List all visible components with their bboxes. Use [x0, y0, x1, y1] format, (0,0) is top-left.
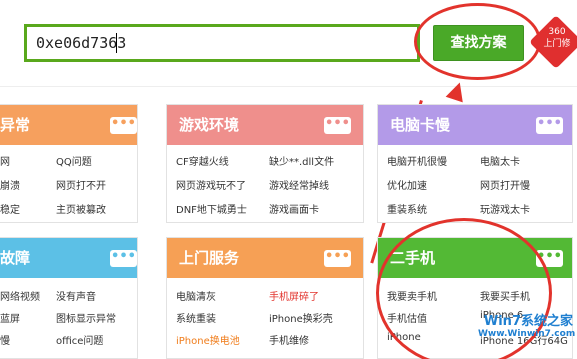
link[interactable]: 手机屏碎了 [269, 288, 319, 303]
more-icon[interactable]: ••• [110, 117, 137, 134]
link[interactable]: 电脑清灰 [176, 288, 216, 303]
link[interactable]: DNF地下城勇士 [176, 201, 247, 216]
card-header: 异常 ••• [0, 105, 137, 145]
link[interactable]: iPhone换彩壳 [269, 310, 333, 325]
more-icon[interactable]: ••• [110, 250, 137, 267]
watermark-url: Www.Winwin7.com [478, 329, 576, 339]
link[interactable]: 网页打不开 [56, 177, 106, 192]
link[interactable]: office问题 [56, 332, 103, 347]
link[interactable]: 网 [0, 153, 10, 168]
link[interactable]: 玩游戏太卡 [480, 201, 530, 216]
card-title: 电脑卡慢 [390, 116, 451, 134]
link[interactable]: 手机维修 [269, 332, 309, 347]
link[interactable]: QQ问题 [56, 153, 92, 168]
badge-bottom: 上门修 [543, 39, 571, 49]
link[interactable]: 重装系统 [387, 201, 427, 216]
card-header: 上门服务 ••• [167, 238, 363, 278]
link[interactable]: CF穿越火线 [176, 153, 229, 168]
link[interactable]: 图标显示异常 [56, 310, 116, 325]
card-header: 游戏环境 ••• [167, 105, 363, 145]
card-header: 故障 ••• [0, 238, 137, 278]
link[interactable]: 没有声音 [56, 288, 96, 303]
card-title: 上门服务 [179, 249, 240, 267]
link[interactable]: 电脑开机很慢 [387, 153, 447, 168]
text-caret [116, 33, 117, 53]
annotation-circle [414, 3, 541, 80]
card-onsite-service: 上门服务 ••• 电脑清灰 手机屏碎了 系统重装 iPhone换彩壳 iPhon… [166, 237, 364, 359]
card-title: 故障 [0, 249, 31, 267]
link[interactable]: 主页被篡改 [56, 201, 106, 216]
card-game-environment: 游戏环境 ••• CF穿越火线 缺少**.dll文件 网页游戏玩不了 游戏经常掉… [166, 104, 364, 223]
badge-top: 360 [548, 27, 566, 37]
link[interactable]: iPhone换电池 [176, 332, 240, 347]
link[interactable]: 蓝屏 [0, 310, 20, 325]
link[interactable]: 游戏经常掉线 [269, 177, 329, 192]
link[interactable]: 系统重装 [176, 310, 216, 325]
card-title: 游戏环境 [179, 116, 240, 134]
link[interactable]: 游戏画面卡 [269, 201, 319, 216]
link[interactable]: 电脑太卡 [480, 153, 520, 168]
badge-text: 360 上门修 [539, 26, 575, 50]
card-title: 异常 [0, 116, 31, 134]
card-header: 电脑卡慢 ••• [378, 105, 572, 145]
watermark-title: Win7系统之家 [483, 314, 573, 329]
more-icon[interactable]: ••• [536, 117, 563, 134]
more-icon[interactable]: ••• [324, 117, 351, 134]
link[interactable]: 网页游戏玩不了 [176, 177, 246, 192]
link[interactable]: 崩溃 [0, 177, 20, 192]
link[interactable]: 优化加速 [387, 177, 427, 192]
card-pc-slow: 电脑卡慢 ••• 电脑开机很慢 电脑太卡 优化加速 网页打开慢 重装系统 玩游戏… [377, 104, 573, 223]
divider [0, 86, 577, 87]
link[interactable]: 缺少**.dll文件 [269, 153, 334, 168]
card-fault: 故障 ••• 网络视频 没有声音 蓝屏 图标显示异常 慢 office问题 [0, 237, 138, 359]
watermark: Win7系统之家 Www.Winwin7.com [478, 310, 577, 359]
card-exception: 异常 ••• 网 QQ问题 崩溃 网页打不开 稳定 主页被篡改 [0, 104, 138, 223]
more-icon[interactable]: ••• [324, 250, 351, 267]
search-input[interactable]: 0xe06d7363 [24, 24, 420, 62]
search-bar: 0xe06d7363 查找方案 360 上门修 [0, 0, 577, 86]
link[interactable]: 网页打开慢 [480, 177, 530, 192]
link[interactable]: 稳定 [0, 201, 20, 216]
link[interactable]: 慢 [0, 332, 10, 347]
link[interactable]: 网络视频 [0, 288, 40, 303]
